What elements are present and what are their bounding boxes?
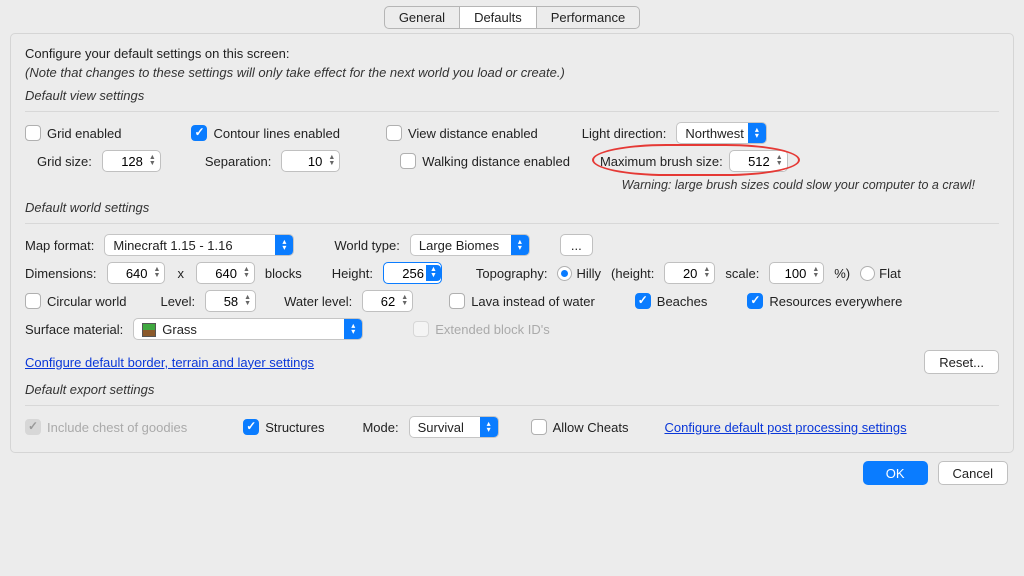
water-level-label: Water level: [284,294,352,309]
height-label: Height: [332,266,373,281]
chevron-updown-icon: ▴▾ [748,123,766,143]
topo-flat-radio[interactable]: Flat [860,266,901,281]
light-direction-label: Light direction: [582,126,667,141]
view-distance-checkbox[interactable]: View distance enabled [386,125,538,141]
cancel-button[interactable]: Cancel [938,461,1008,485]
reset-button[interactable]: Reset... [924,350,999,374]
extended-block-ids-checkbox: Extended block ID's [413,321,550,337]
contour-lines-checkbox[interactable]: Contour lines enabled [191,125,339,141]
grid-size-label: Grid size: [37,154,92,169]
beaches-checkbox[interactable]: Beaches [635,293,708,309]
resources-checkbox[interactable]: Resources everywhere [747,293,902,309]
map-format-label: Map format: [25,238,94,253]
max-brush-stepper[interactable]: ▲▼ [729,150,788,172]
defaults-panel: Configure your default settings on this … [10,33,1014,453]
map-format-select[interactable]: Minecraft 1.15 - 1.16 ▴▾ [104,234,294,256]
chevron-updown-icon: ▴▾ [480,417,498,437]
world-section-title: Default world settings [25,200,999,215]
chevron-updown-icon: ▴▾ [511,235,529,255]
allow-cheats-checkbox[interactable]: Allow Cheats [531,419,629,435]
height-select[interactable]: ▲▼ [383,262,442,284]
chest-goodies-checkbox: Include chest of goodies [25,419,187,435]
chevron-updown-icon: ▴▾ [344,319,362,339]
tab-defaults[interactable]: Defaults [460,6,537,29]
water-level-stepper[interactable]: ▲▼ [362,290,413,312]
chevron-updown-icon: ▴▾ [275,235,293,255]
dim-x: x [177,266,184,281]
dimensions-label: Dimensions: [25,266,97,281]
blocks-label: blocks [265,266,302,281]
intro-note: (Note that changes to these settings wil… [25,65,999,80]
level-stepper[interactable]: ▲▼ [205,290,256,312]
walking-distance-checkbox[interactable]: Walking distance enabled [400,153,570,169]
lava-checkbox[interactable]: Lava instead of water [449,293,595,309]
grass-icon [142,323,156,337]
structures-checkbox[interactable]: Structures [243,419,324,435]
dim-height-stepper[interactable]: ▲▼ [196,262,255,284]
export-section-title: Default export settings [25,382,999,397]
circular-world-checkbox[interactable]: Circular world [25,293,126,309]
dim-width-stepper[interactable]: ▲▼ [107,262,166,284]
scale-label: scale: [725,266,759,281]
tab-bar: General Defaults Performance [0,0,1024,29]
level-label: Level: [160,294,195,309]
configure-border-link[interactable]: Configure default border, terrain and la… [25,355,314,370]
world-type-label: World type: [334,238,400,253]
tab-performance[interactable]: Performance [537,6,640,29]
separation-label: Separation: [205,154,272,169]
surface-material-label: Surface material: [25,322,123,337]
pct-close: %) [834,266,850,281]
height-paren-open: (height: [611,266,654,281]
ok-button[interactable]: OK [863,461,928,485]
world-type-more-button[interactable]: ... [560,234,593,256]
topo-hilly-radio[interactable]: Hilly [557,266,601,281]
brush-warning: Warning: large brush sizes could slow yo… [622,178,979,192]
tab-general[interactable]: General [384,6,460,29]
mode-select[interactable]: Survival ▴▾ [409,416,499,438]
topo-height-stepper[interactable]: ▲▼ [664,262,715,284]
view-section-title: Default view settings [25,88,999,103]
grid-enabled-checkbox[interactable]: Grid enabled [25,125,121,141]
grid-size-stepper[interactable]: ▲▼ [102,150,161,172]
max-brush-label: Maximum brush size: [600,154,723,169]
topo-scale-stepper[interactable]: ▲▼ [769,262,824,284]
world-type-select[interactable]: Large Biomes ▴▾ [410,234,530,256]
surface-material-select[interactable]: Grass ▴▾ [133,318,363,340]
configure-postproc-link[interactable]: Configure default post processing settin… [664,420,906,435]
dialog-footer: OK Cancel [0,453,1024,485]
intro-line: Configure your default settings on this … [25,46,999,61]
mode-label: Mode: [362,420,398,435]
topography-label: Topography: [476,266,548,281]
separation-stepper[interactable]: ▲▼ [281,150,340,172]
light-direction-select[interactable]: Northwest ▴▾ [676,122,767,144]
